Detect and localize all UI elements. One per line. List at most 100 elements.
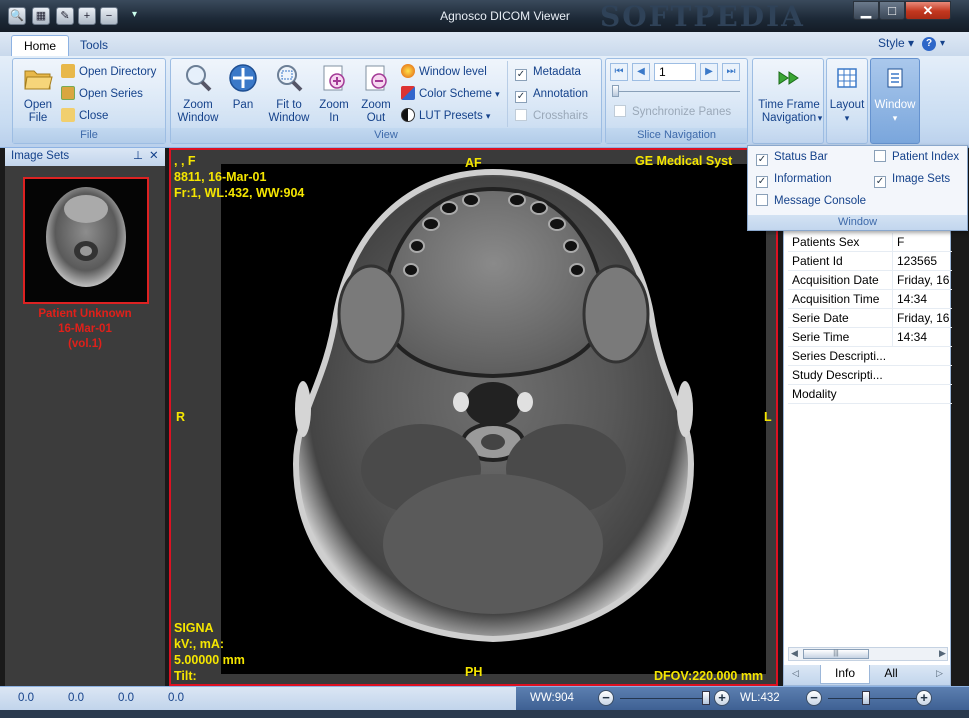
crosshairs-checkbox[interactable]: Crosshairs	[515, 107, 588, 125]
thumbnail-image	[46, 187, 126, 287]
info-row[interactable]: Patients Sex F	[788, 233, 952, 252]
scroll-right-icon[interactable]: ▶	[939, 648, 946, 659]
image-sets-option[interactable]: ✓ Image Sets	[874, 170, 950, 188]
help-icon[interactable]: ?	[922, 37, 936, 51]
next-slice-icon[interactable]: ▶	[700, 63, 718, 81]
ww-slider-thumb[interactable]	[702, 691, 710, 705]
status-bar-option[interactable]: ✓ Status Bar	[756, 148, 828, 166]
open-directory-button[interactable]: Open Directory	[61, 63, 156, 81]
tab-left-icon[interactable]: ◁	[792, 668, 799, 679]
zoom-out-button[interactable]: Zoom Out	[357, 63, 395, 125]
lut-presets-button[interactable]: LUT Presets ▾	[401, 107, 490, 125]
ww-slider[interactable]	[620, 698, 710, 699]
fit-to-window-button[interactable]: Fit to Window	[265, 63, 313, 125]
overlay-bottom-left-4: Tilt:	[174, 669, 197, 683]
tab-all[interactable]: All	[872, 665, 910, 684]
information-option[interactable]: ✓ Information	[756, 170, 832, 188]
info-row[interactable]: Modality	[788, 385, 952, 404]
minimize-button[interactable]: ▁	[853, 1, 879, 20]
info-value: F	[892, 233, 952, 251]
wl-slider[interactable]	[828, 698, 924, 699]
metadata-label: Metadata	[533, 66, 581, 78]
crosshairs-label: Crosshairs	[533, 110, 588, 122]
wl-increase-button[interactable]: +	[916, 690, 932, 706]
info-value: Friday, 16 M	[892, 271, 952, 289]
color-scheme-button[interactable]: Color Scheme ▾	[401, 85, 500, 103]
info-value: 123565	[892, 252, 952, 270]
info-horizontal-scrollbar[interactable]: ◀ ||| ▶	[788, 647, 948, 661]
info-key: Study Descripti...	[792, 368, 883, 382]
info-row[interactable]: Serie Date Friday, 16 M	[788, 309, 952, 328]
info-row[interactable]: Study Descripti...	[788, 366, 952, 385]
close-file-button[interactable]: Close	[61, 107, 108, 125]
unchecked-box-icon	[756, 194, 768, 206]
information-label: Information	[774, 173, 832, 185]
mri-scan	[221, 164, 766, 674]
style-label: Style	[878, 36, 905, 50]
zoom-window-label: Zoom Window	[177, 99, 219, 124]
first-slice-icon[interactable]: ⏮	[610, 63, 628, 81]
message-console-label: Message Console	[774, 195, 867, 207]
info-row[interactable]: Series Descripti...	[788, 347, 952, 366]
close-panel-icon[interactable]: ✕	[149, 148, 159, 165]
tab-info[interactable]: Info	[820, 665, 870, 684]
pan-button[interactable]: Pan	[223, 63, 263, 112]
info-row[interactable]: Serie Time 14:34	[788, 328, 952, 347]
zoom-out-label: Zoom Out	[361, 99, 391, 124]
info-tabs: ◁ Info All ▷	[784, 665, 950, 685]
overlay-bottom-left-3: 5.00000 mm	[174, 653, 245, 667]
layout-button[interactable]: Layout ▾	[827, 63, 867, 125]
window-group: Window ▾	[870, 58, 920, 144]
zoom-out-doc-icon	[365, 65, 387, 91]
info-key: Acquisition Date	[792, 273, 879, 287]
metadata-checkbox[interactable]: ✓ Metadata	[515, 63, 581, 81]
open-file-button[interactable]: Open File	[17, 63, 59, 125]
tab-home[interactable]: Home	[11, 35, 70, 56]
style-menu[interactable]: Style ▾	[878, 36, 914, 50]
close-file-label: Close	[79, 110, 109, 122]
dicom-viewport[interactable]: , , F 8811, 16-Mar-01 Fr:1, WL:432, WW:9…	[169, 148, 778, 686]
info-row[interactable]: Acquisition Date Friday, 16 M	[788, 271, 952, 290]
overlay-bottom-center: PH	[465, 665, 483, 679]
info-row[interactable]: Acquisition Time 14:34	[788, 290, 952, 309]
window-button[interactable]: Window ▾	[871, 63, 919, 125]
lut-presets-label: LUT Presets	[419, 110, 483, 122]
info-key: Serie Date	[792, 311, 849, 325]
ww-increase-button[interactable]: +	[714, 690, 730, 706]
patient-index-option[interactable]: Patient Index	[874, 148, 959, 166]
scroll-left-icon[interactable]: ◀	[791, 648, 798, 659]
status-bar: 0.0 0.0 0.0 0.0 WW:904 − + WL:432 − +	[0, 686, 969, 711]
tab-right-icon[interactable]: ▷	[936, 668, 943, 679]
thumbnail-patient-label: Patient Unknown	[38, 308, 132, 320]
info-value: Friday, 16 M	[892, 309, 952, 327]
pin-icon[interactable]: ⊥	[133, 148, 143, 165]
last-slice-icon[interactable]: ⏭	[722, 63, 740, 81]
slice-navigation-label: Slice Navigation	[606, 128, 747, 143]
synchronize-panes-checkbox[interactable]: Synchronize Panes	[614, 103, 731, 121]
slice-slider-track[interactable]	[614, 91, 740, 92]
window-level-button[interactable]: Window level	[401, 63, 487, 81]
slice-input[interactable]: 1	[654, 63, 696, 81]
wl-decrease-button[interactable]: −	[806, 690, 822, 706]
help-dropdown-icon[interactable]: ▾	[940, 38, 945, 49]
wl-slider-thumb[interactable]	[862, 691, 870, 705]
slice-slider-thumb[interactable]	[612, 85, 619, 97]
annotation-checkbox[interactable]: ✓ Annotation	[515, 85, 588, 103]
open-series-button[interactable]: Open Series	[61, 85, 143, 103]
maximize-button[interactable]: □	[879, 1, 905, 20]
image-set-thumbnail[interactable]	[23, 177, 149, 304]
tab-tools[interactable]: Tools	[68, 35, 120, 56]
time-frame-navigation-button[interactable]: Time Frame Navigation ▾	[753, 63, 825, 125]
dicom-image[interactable]	[221, 164, 766, 674]
view-group-label: View	[171, 128, 601, 143]
zoom-window-button[interactable]: Zoom Window	[175, 63, 221, 125]
scroll-thumb[interactable]: |||	[803, 649, 869, 659]
zoom-in-button[interactable]: Zoom In	[315, 63, 353, 125]
message-console-option[interactable]: Message Console	[756, 192, 866, 210]
prev-slice-icon[interactable]: ◀	[632, 63, 650, 81]
status-bar-label: Status Bar	[774, 151, 828, 163]
close-button[interactable]: ✕	[905, 1, 951, 20]
zoom-window-icon	[186, 65, 212, 92]
info-row[interactable]: Patient Id 123565	[788, 252, 952, 271]
ww-decrease-button[interactable]: −	[598, 690, 614, 706]
